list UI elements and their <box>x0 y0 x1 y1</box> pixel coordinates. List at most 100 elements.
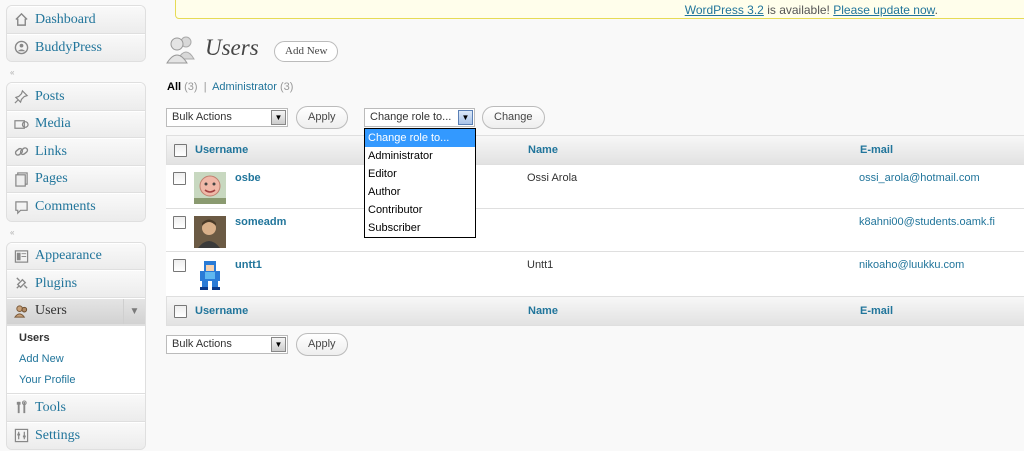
menu-settings-label: Settings <box>35 427 81 443</box>
menu-separator: « <box>6 62 146 82</box>
menu-plugins[interactable]: Plugins <box>7 270 145 298</box>
menu-group-admin: Appearance Plugins Users ▼ Users Add New… <box>6 241 146 450</box>
bulk-actions-select-top[interactable]: Bulk Actions ▼ <box>166 108 288 127</box>
menu-media[interactable]: Media <box>7 110 145 138</box>
table-row: untt1 Untt1 nikoaho@luukku.com <box>166 252 1024 296</box>
user-name: Untt1 <box>527 259 554 271</box>
row-checkbox[interactable] <box>173 215 186 229</box>
update-now-link[interactable]: Please update now <box>833 3 934 17</box>
select-all-checkbox[interactable] <box>174 304 187 318</box>
role-option[interactable]: Author <box>365 183 475 201</box>
update-nag: WordPress 3.2 is available! Please updat… <box>175 0 1024 19</box>
column-username[interactable]: Username <box>195 144 248 156</box>
user-name: Ossi Arola <box>527 172 578 184</box>
row-checkbox[interactable] <box>173 172 186 185</box>
avatar <box>194 215 226 248</box>
menu-settings[interactable]: Settings <box>7 421 145 449</box>
bulk-actions-select-bottom[interactable]: Bulk Actions ▼ <box>166 335 288 354</box>
submenu-your-profile[interactable]: Your Profile <box>7 370 145 391</box>
media-icon <box>13 116 29 132</box>
column-username[interactable]: Username <box>195 305 248 317</box>
menu-buddypress[interactable]: BuddyPress <box>7 33 145 61</box>
tools-icon <box>13 400 29 416</box>
menu-comments[interactable]: Comments <box>7 193 145 221</box>
row-checkbox[interactable] <box>173 259 186 272</box>
bulk-actions-value: Bulk Actions <box>172 111 232 123</box>
users-icon <box>13 303 29 319</box>
role-option[interactable]: Contributor <box>365 201 475 219</box>
user-role-filter: All (3) | Administrator (3) <box>167 81 293 93</box>
role-option[interactable]: Administrator <box>365 147 475 165</box>
username-link[interactable]: someadm <box>235 216 286 228</box>
column-email[interactable]: E-mail <box>860 144 893 156</box>
plugin-icon <box>13 276 29 292</box>
column-name[interactable]: Name <box>528 144 558 156</box>
menu-users-label: Users <box>35 303 67 319</box>
role-option[interactable]: Editor <box>365 165 475 183</box>
menu-buddypress-label: BuddyPress <box>35 39 102 55</box>
submenu-add-new[interactable]: Add New <box>7 349 145 370</box>
column-name[interactable]: Name <box>528 305 558 317</box>
users-page-icon <box>166 33 198 65</box>
menu-dashboard-label: Dashboard <box>35 11 96 27</box>
add-new-button[interactable]: Add New <box>274 41 339 62</box>
username-link[interactable]: untt1 <box>235 259 262 271</box>
role-option[interactable]: Subscriber <box>365 219 475 237</box>
menu-tools[interactable]: Tools <box>7 394 145 422</box>
filter-administrator-count: (3) <box>279 81 294 93</box>
table-row: osbe Ossi Arola ossi_arola@hotmail.com <box>166 165 1024 209</box>
role-option[interactable]: Change role to... <box>365 129 475 147</box>
change-role-dropdown-list: Change role to... Administrator Editor A… <box>364 128 476 238</box>
menu-group-top: Dashboard BuddyPress <box>6 5 146 62</box>
update-nag-end: . <box>934 3 938 17</box>
table-body: osbe Ossi Arola ossi_arola@hotmail.com s… <box>166 165 1024 296</box>
buddypress-icon <box>13 40 29 56</box>
separator-grip-icon: « <box>10 68 15 77</box>
username-link[interactable]: osbe <box>235 172 261 184</box>
menu-pages-label: Pages <box>35 171 68 187</box>
column-email[interactable]: E-mail <box>860 305 893 317</box>
users-table: Username Name E-mail osbe Ossi Arola oss… <box>166 135 1024 326</box>
menu-pages[interactable]: Pages <box>7 165 145 193</box>
filter-all-count: (3) <box>184 81 198 93</box>
submenu-users[interactable]: Users <box>7 328 145 349</box>
dashboard-icon <box>13 12 29 28</box>
menu-links-label: Links <box>35 143 67 159</box>
menu-separator: « <box>6 222 146 242</box>
menu-links[interactable]: Links <box>7 138 145 166</box>
menu-appearance-label: Appearance <box>35 248 102 264</box>
user-email[interactable]: k8ahni00@students.oamk.fi <box>859 216 995 228</box>
apply-button-top[interactable]: Apply <box>296 106 348 129</box>
table-header: Username Name E-mail <box>166 135 1024 165</box>
menu-comments-label: Comments <box>35 199 96 215</box>
update-nag-text: is available! <box>763 3 834 17</box>
menu-media-label: Media <box>35 116 71 132</box>
filter-administrator[interactable]: Administrator <box>212 81 277 93</box>
user-email[interactable]: nikoaho@luukku.com <box>859 259 964 271</box>
menu-users[interactable]: Users ▼ <box>7 297 145 325</box>
menu-posts-label: Posts <box>35 88 65 104</box>
submenu-toggle-icon[interactable]: ▼ <box>123 298 145 324</box>
menu-dashboard[interactable]: Dashboard <box>7 6 145 34</box>
change-role-button[interactable]: Change <box>482 106 545 129</box>
menu-posts[interactable]: Posts <box>7 83 145 111</box>
wordpress-version-link[interactable]: WordPress 3.2 <box>685 3 764 17</box>
users-submenu: Users Add New Your Profile <box>7 325 145 394</box>
table-footer: Username Name E-mail <box>166 295 1024 326</box>
avatar <box>194 259 226 291</box>
admin-sidebar: Dashboard BuddyPress « Posts Media Links… <box>6 5 146 450</box>
appearance-icon <box>13 248 29 264</box>
table-row: someadm k8ahni00@students.oamk.fi <box>166 208 1024 252</box>
menu-plugins-label: Plugins <box>35 275 78 291</box>
change-role-select[interactable]: Change role to... ▼ <box>364 108 475 127</box>
filter-all[interactable]: All <box>167 81 181 93</box>
settings-icon <box>13 428 29 444</box>
menu-appearance[interactable]: Appearance <box>7 242 145 270</box>
apply-button-bottom[interactable]: Apply <box>296 333 348 356</box>
user-email[interactable]: ossi_arola@hotmail.com <box>859 172 980 184</box>
select-all-checkbox[interactable] <box>174 144 187 157</box>
pages-icon <box>13 171 29 187</box>
link-icon <box>13 144 29 160</box>
page-title: Users <box>205 35 259 60</box>
bulk-actions-value: Bulk Actions <box>172 338 232 350</box>
